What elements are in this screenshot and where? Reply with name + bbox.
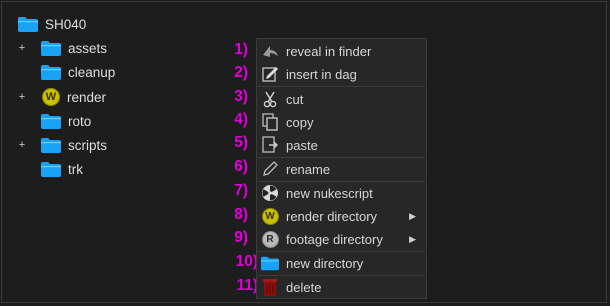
folder-icon [41, 64, 61, 80]
menu-item-label: footage directory [286, 231, 383, 247]
menu-item-reveal-in-finder[interactable]: reveal in finder [257, 40, 426, 62]
menu-item-footage-directory[interactable]: R footage directory ▶ [257, 228, 426, 250]
menu-item-rename[interactable]: rename [257, 158, 426, 180]
annotation-number: 4) [234, 111, 248, 128]
menu-item-label: delete [286, 279, 322, 295]
menu-item-copy[interactable]: copy [257, 111, 426, 133]
tree-item-label: scripts [68, 137, 108, 153]
folder-icon [18, 16, 38, 32]
folder-icon [261, 254, 279, 272]
pencil-icon [261, 160, 279, 178]
tree-item-label: trk [68, 161, 83, 177]
annotation-number: 11) [236, 277, 258, 294]
reveal-arrow-icon [261, 42, 279, 60]
tree-item-render[interactable]: W render [41, 87, 106, 107]
annotation-number: 8) [234, 206, 248, 223]
tree-item-scripts[interactable]: scripts [41, 135, 107, 155]
annotation-number: 6) [234, 158, 248, 175]
footage-badge: R [261, 230, 279, 248]
menu-item-label: insert in dag [286, 66, 357, 82]
menu-item-label: cut [286, 91, 304, 107]
annotation-number: 5) [234, 134, 248, 151]
menu-separator [258, 86, 425, 87]
tree-item-label: cleanup [68, 64, 116, 80]
folder-icon [41, 161, 61, 177]
annotation-number: 10) [235, 253, 258, 270]
folder-icon [41, 40, 61, 56]
annotation-number: 3) [234, 88, 248, 105]
menu-item-cut[interactable]: cut [257, 88, 426, 110]
tree-item-label: render [67, 89, 107, 105]
tree-item-cleanup[interactable]: cleanup [41, 62, 115, 82]
tree-item-roto[interactable]: roto [41, 111, 91, 131]
folder-icon [41, 137, 61, 153]
tree-root-sh040[interactable]: SH040 [18, 14, 86, 34]
annotation-number: 9) [234, 229, 248, 246]
footage-r-icon: R [261, 230, 279, 248]
expand-toggle-assets[interactable]: + [17, 38, 27, 58]
menu-item-new-nukescript[interactable]: new nukescript [257, 182, 426, 204]
menu-item-insert-in-dag[interactable]: insert in dag [257, 63, 426, 85]
menu-item-label: paste [286, 137, 318, 153]
menu-item-label: render directory [286, 208, 378, 224]
scissors-icon [261, 90, 279, 108]
insert-edit-icon [261, 65, 279, 83]
menu-item-label: copy [286, 114, 314, 130]
tree-item-assets[interactable]: assets [41, 38, 107, 58]
expand-toggle-render[interactable]: + [17, 87, 27, 107]
folder-icon [41, 113, 61, 129]
expand-toggle-scripts[interactable]: + [17, 135, 27, 155]
menu-item-new-directory[interactable]: new directory [257, 252, 426, 274]
paste-icon [261, 136, 279, 154]
submenu-arrow-icon: ▶ [409, 210, 416, 221]
menu-item-label: new directory [286, 255, 364, 271]
menu-item-paste[interactable]: paste [257, 134, 426, 156]
render-w-icon: W [42, 88, 60, 106]
submenu-arrow-icon: ▶ [409, 233, 416, 244]
render-badge: W [261, 207, 279, 225]
nuke-icon [261, 184, 279, 202]
menu-item-label: rename [286, 161, 331, 177]
tree-item-label: roto [68, 113, 92, 129]
annotation-number: 1) [234, 41, 248, 58]
menu-item-label: reveal in finder [286, 43, 372, 59]
copy-icon [261, 113, 279, 131]
context-menu: reveal in finder insert in dag cut copy … [256, 38, 427, 299]
render-w-icon: W [261, 207, 279, 225]
menu-item-label: new nukescript [286, 185, 373, 201]
tree-item-label: assets [68, 40, 108, 56]
tree-root-label: SH040 [45, 16, 87, 32]
menu-item-delete[interactable]: delete [257, 276, 426, 298]
annotation-number: 7) [234, 182, 248, 199]
tree-item-trk[interactable]: trk [41, 159, 83, 179]
trash-icon [261, 278, 279, 296]
menu-item-render-directory[interactable]: W render directory ▶ [257, 205, 426, 227]
annotation-number: 2) [234, 64, 248, 81]
